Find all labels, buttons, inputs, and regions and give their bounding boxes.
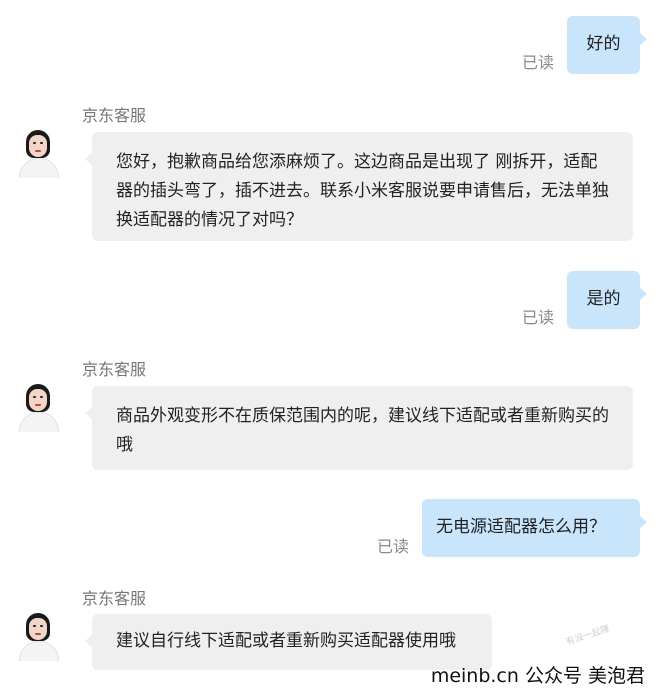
customer-service-avatar-icon — [17, 613, 59, 661]
faint-watermark: 有没一起赚 — [565, 624, 611, 648]
read-receipt: 已读 — [522, 308, 555, 327]
agent-name: 京东客服 — [82, 106, 147, 125]
outgoing-message[interactable]: 好的 — [567, 16, 647, 74]
outgoing-message[interactable]: 是的 — [567, 271, 647, 329]
agent-name: 京东客服 — [82, 589, 147, 608]
outgoing-message[interactable]: 无电源适配器怎么用？ — [422, 499, 647, 557]
incoming-message[interactable]: 您好，抱歉商品给您添麻烦了。这边商品是出现了 刚拆开，适配器的插头弯了，插不进去… — [85, 132, 633, 241]
watermark-text: meinb.cn 公众号 美泡君 — [430, 665, 645, 687]
chat-window: 已读 好的 京东客服 您好，抱歉商品给您添麻烦了。这边商品是出现了 刚拆开，适配… — [0, 0, 659, 694]
incoming-message[interactable]: 建议自行线下适配或者重新购买适配器使用哦 — [85, 614, 492, 670]
customer-service-avatar-icon — [17, 130, 59, 178]
read-receipt: 已读 — [377, 537, 410, 556]
incoming-message[interactable]: 商品外观变形不在质保范围内的呢，建议线下适配或者重新购买的哦 — [85, 386, 633, 470]
agent-name: 京东客服 — [82, 360, 147, 379]
read-receipt: 已读 — [522, 53, 555, 72]
customer-service-avatar-icon — [17, 384, 59, 432]
